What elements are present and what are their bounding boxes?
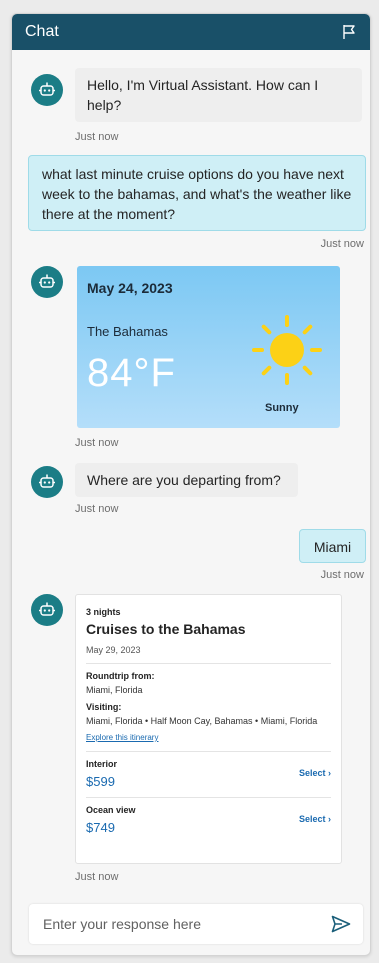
cabin-option-ocean-view: Ocean view $749 Select › xyxy=(86,805,331,835)
flag-icon[interactable] xyxy=(340,23,358,41)
cruise-nights: 3 nights xyxy=(86,607,121,617)
bot-icon xyxy=(39,602,55,616)
cruise-card: 3 nights Cruises to the Bahamas May 29, … xyxy=(75,594,342,864)
bot-icon xyxy=(39,274,55,288)
bot-message-greeting: Hello, I'm Virtual Assistant. How can I … xyxy=(75,68,362,122)
explore-itinerary-link[interactable]: Explore this itinerary xyxy=(86,733,158,742)
chevron-right-icon: › xyxy=(328,814,331,824)
select-label: Select xyxy=(298,768,326,778)
weather-card: May 24, 2023 The Bahamas 84°F Sunny xyxy=(77,266,340,428)
bot-message-departure: Where are you departing from? xyxy=(75,463,298,497)
response-input[interactable] xyxy=(41,915,329,933)
cabin-option-interior: Interior $599 Select › xyxy=(86,759,331,789)
chat-window: Chat Hello, I'm Virtual Assistant. How c… xyxy=(11,13,371,956)
chevron-right-icon: › xyxy=(328,768,331,778)
timestamp: Just now xyxy=(75,437,119,449)
weather-date: May 24, 2023 xyxy=(87,280,173,296)
weather-condition: Sunny xyxy=(265,402,299,414)
bot-avatar xyxy=(31,594,63,626)
cabin-label: Interior xyxy=(86,759,118,769)
cabin-price: $749 xyxy=(86,820,115,835)
divider xyxy=(86,797,331,798)
cabin-label: Ocean view xyxy=(86,805,136,815)
weather-temperature: 84°F xyxy=(87,351,176,395)
sun-icon xyxy=(252,315,322,385)
select-ocean-view-button[interactable]: Select › xyxy=(299,814,331,824)
timestamp: Just now xyxy=(320,569,364,581)
select-interior-button[interactable]: Select › xyxy=(299,768,331,778)
roundtrip-label: Roundtrip from: xyxy=(86,671,155,681)
cabin-price: $599 xyxy=(86,774,115,789)
chat-header: Chat xyxy=(12,14,370,50)
bot-avatar xyxy=(31,466,63,498)
visiting-label: Visiting: xyxy=(86,702,122,712)
chat-title: Chat xyxy=(25,23,59,40)
send-icon[interactable] xyxy=(329,912,353,936)
visiting-value: Miami, Florida • Half Moon Cay, Bahamas … xyxy=(86,716,318,726)
bot-icon xyxy=(39,474,55,488)
divider xyxy=(86,663,331,664)
timestamp: Just now xyxy=(320,238,364,250)
bot-icon xyxy=(39,82,55,96)
timestamp: Just now xyxy=(75,503,119,515)
user-message-answer: Miami xyxy=(299,529,366,563)
timestamp: Just now xyxy=(75,871,119,883)
roundtrip-value: Miami, Florida xyxy=(86,685,143,695)
select-label: Select xyxy=(298,814,326,824)
composer xyxy=(29,904,363,944)
user-message-question: what last minute cruise options do you h… xyxy=(28,155,366,231)
weather-location: The Bahamas xyxy=(87,324,168,339)
cruise-date: May 29, 2023 xyxy=(86,645,141,655)
bot-avatar xyxy=(31,74,63,106)
bot-avatar xyxy=(31,266,63,298)
cruise-title: Cruises to the Bahamas xyxy=(86,621,246,637)
timestamp: Just now xyxy=(75,131,119,143)
divider xyxy=(86,751,331,752)
